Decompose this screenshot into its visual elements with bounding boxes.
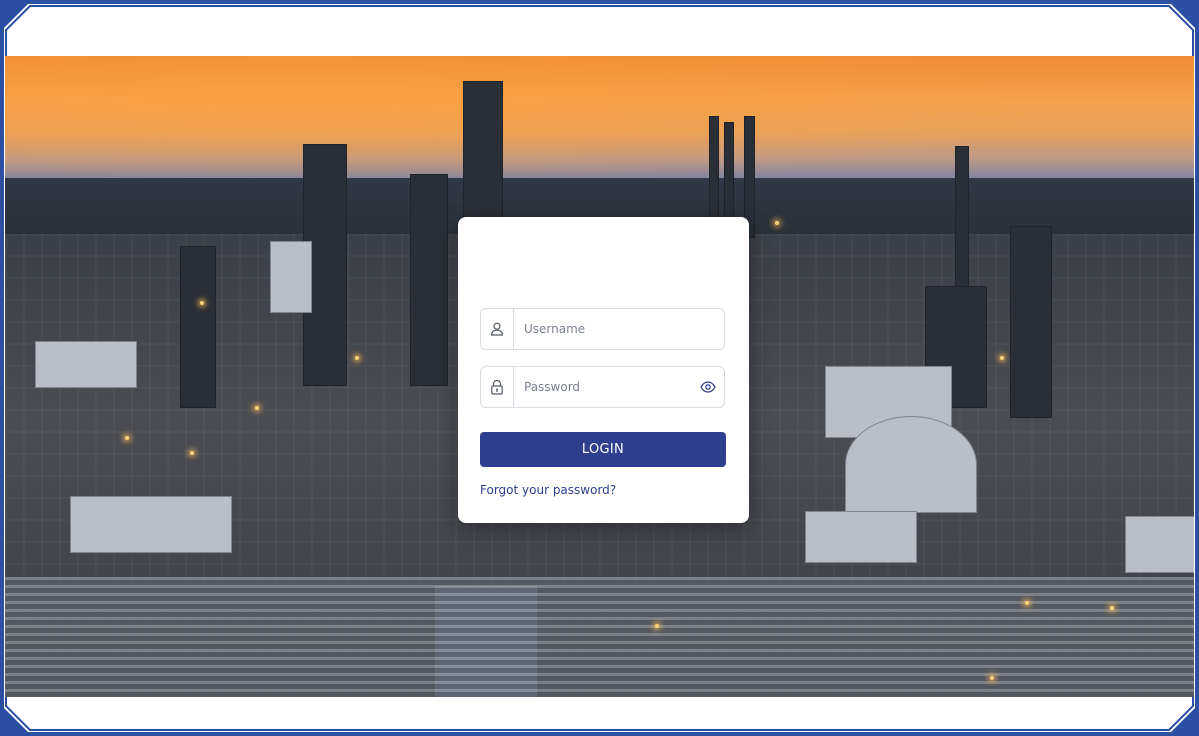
- storage-building: [35, 341, 137, 388]
- plant-light: [1000, 356, 1004, 360]
- plant-light: [200, 301, 204, 305]
- username-field[interactable]: [480, 308, 725, 350]
- chimney: [724, 122, 734, 228]
- chimney: [709, 116, 719, 228]
- plant-light: [1110, 606, 1114, 610]
- plant-light: [775, 221, 779, 225]
- distillation-tower: [1010, 226, 1052, 418]
- pipe-rack: [5, 577, 1194, 697]
- plant-light: [355, 356, 359, 360]
- storage-building: [805, 511, 917, 563]
- plant-light: [125, 436, 129, 440]
- storage-building: [270, 241, 312, 313]
- login-button[interactable]: LOGIN: [480, 432, 726, 467]
- eye-icon[interactable]: [692, 367, 724, 407]
- lock-icon: [481, 367, 514, 407]
- forgot-password-link[interactable]: Forgot your password?: [480, 483, 616, 497]
- password-input[interactable]: [514, 367, 692, 407]
- user-icon: [481, 309, 514, 349]
- plant-light: [990, 676, 994, 680]
- storage-building: [70, 496, 232, 553]
- distillation-tower: [180, 246, 216, 408]
- storage-tank: [845, 416, 977, 513]
- login-card: LOGIN Forgot your password?: [458, 217, 749, 523]
- storage-building: [1125, 516, 1194, 573]
- plant-light: [255, 406, 259, 410]
- plant-light: [655, 624, 659, 628]
- username-input[interactable]: [514, 309, 724, 349]
- plant-light: [1025, 601, 1029, 605]
- distillation-tower: [410, 174, 448, 386]
- password-field[interactable]: [480, 366, 725, 408]
- plant-light: [190, 451, 194, 455]
